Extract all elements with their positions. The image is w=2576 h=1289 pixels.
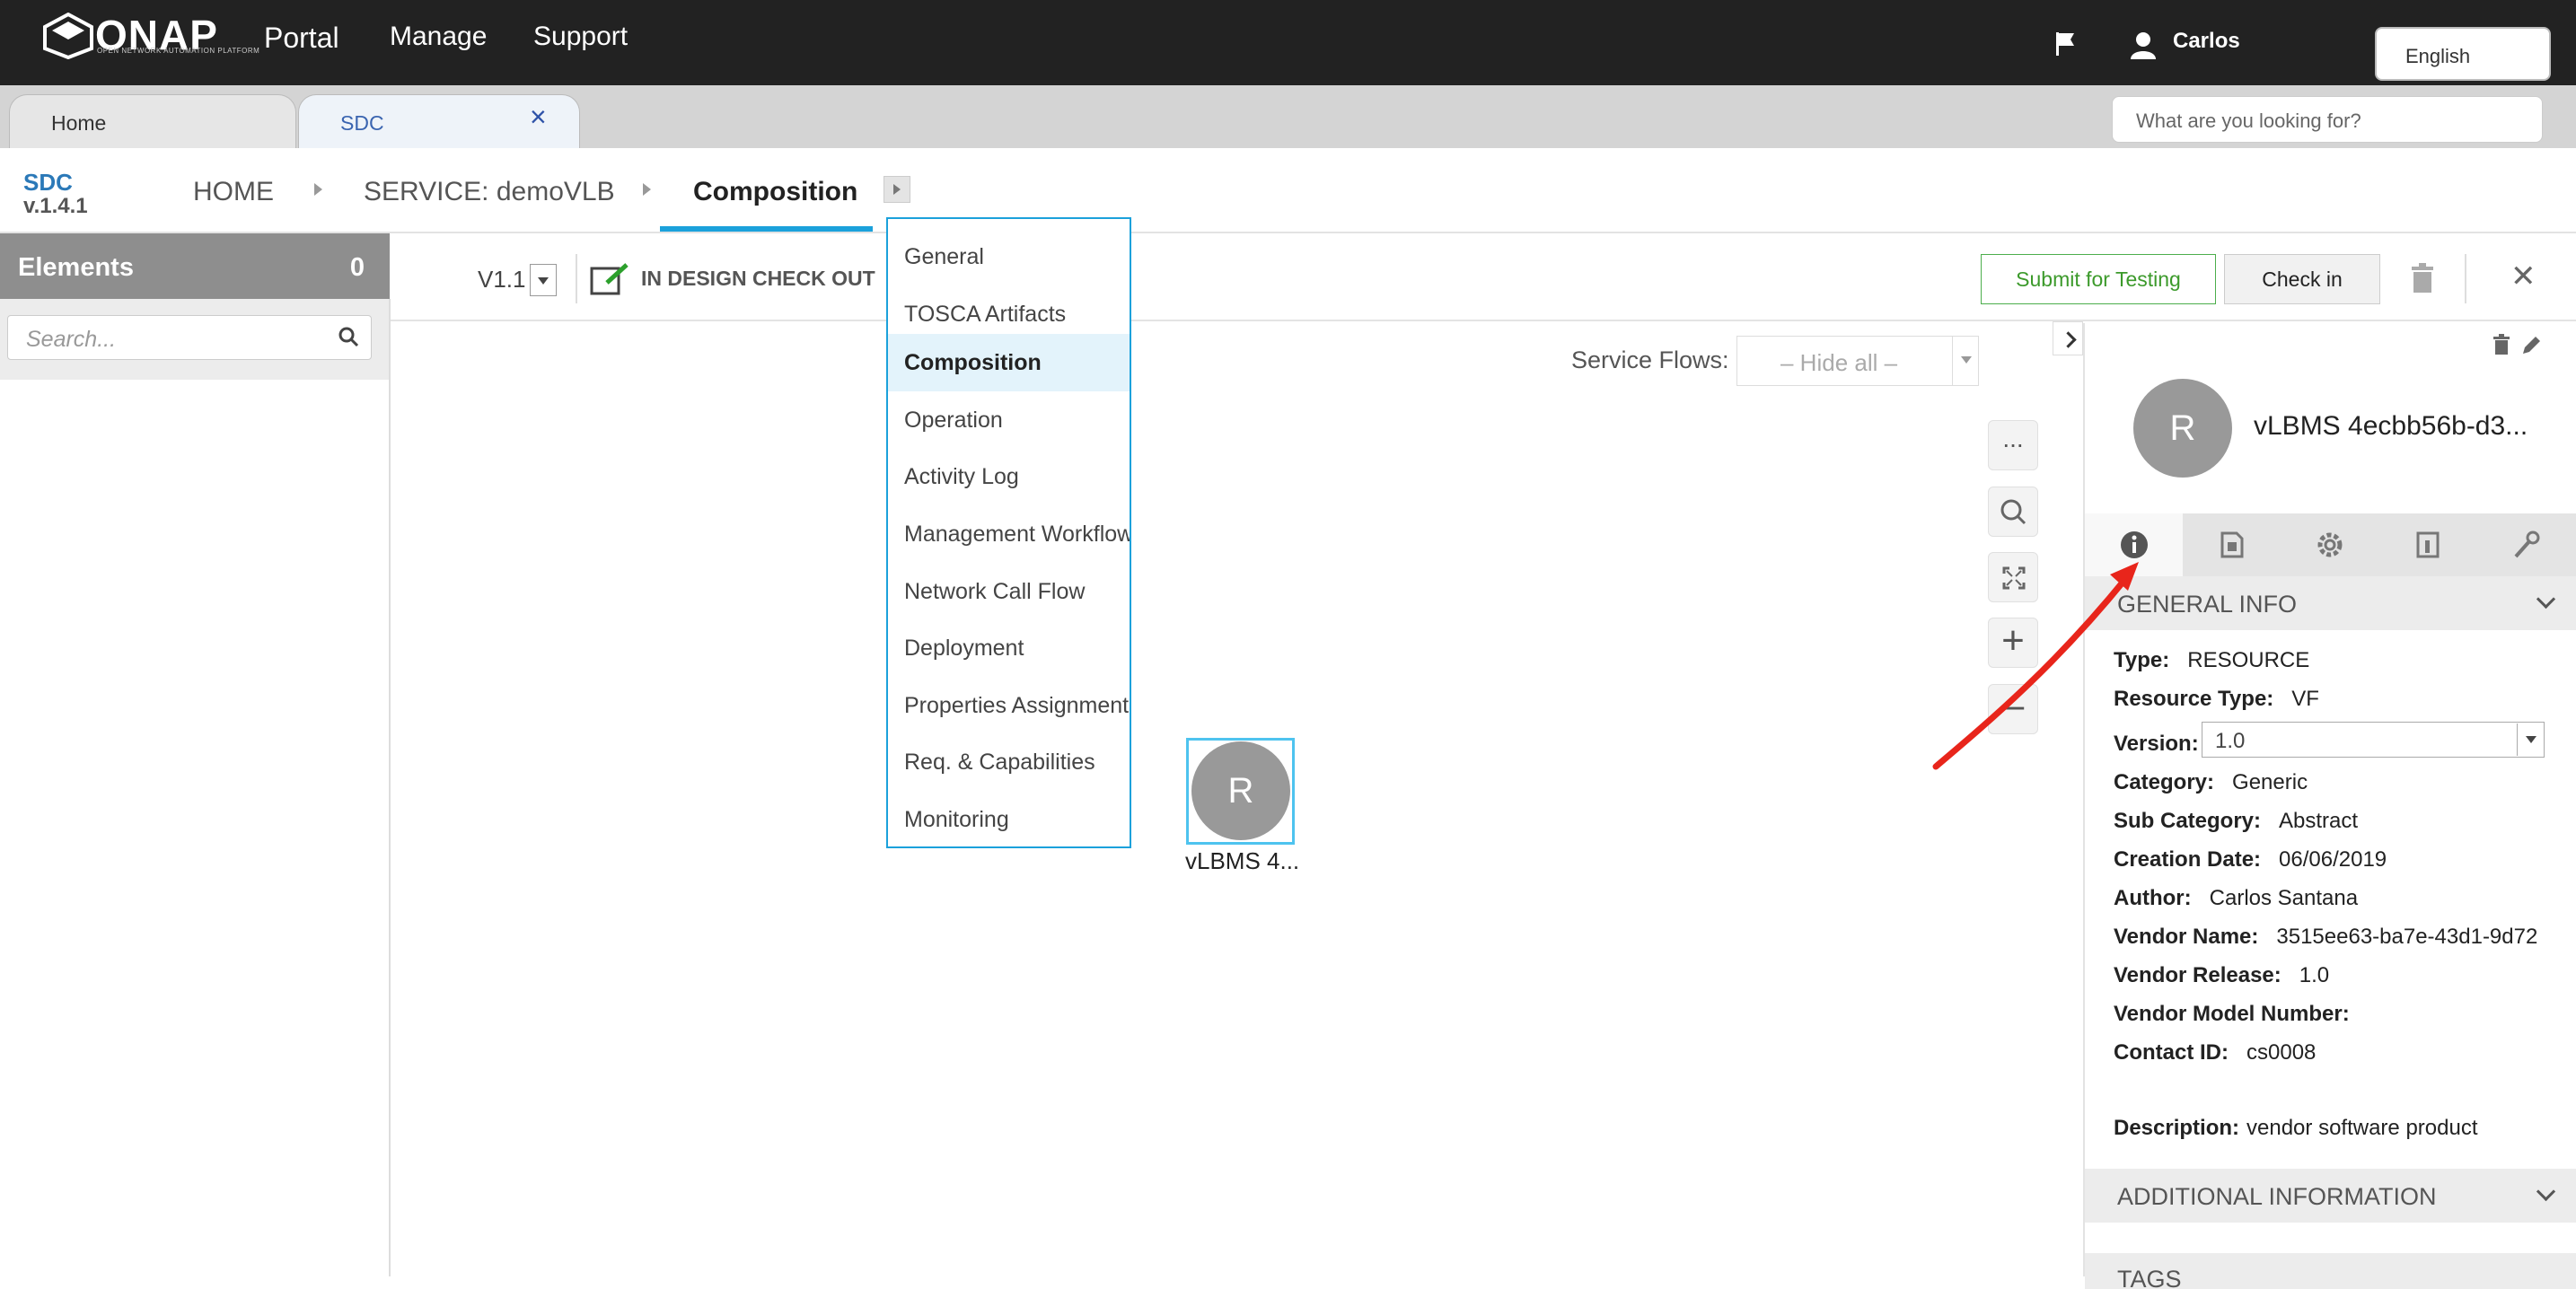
search-icon xyxy=(2000,499,2027,525)
component-avatar: R xyxy=(2133,379,2232,478)
chevron-right-icon xyxy=(2060,331,2077,348)
language-select[interactable]: English xyxy=(2375,27,2551,81)
field-contact-id: Contact ID: cs0008 xyxy=(2114,1040,2317,1065)
app-version: v.1.4.1 xyxy=(23,194,88,218)
field-vendor-name: Vendor Name: 3515ee63-ba7e-43d1-9d72 xyxy=(2114,925,2538,949)
wrench-icon xyxy=(2514,531,2540,558)
menu-item-deployment[interactable]: Deployment xyxy=(888,619,1130,677)
active-breadcrumb-underline xyxy=(660,226,873,232)
more-options-button[interactable]: ... xyxy=(1988,420,2038,470)
additional-info-section-header[interactable]: ADDITIONAL INFORMATION xyxy=(2085,1169,2576,1223)
menu-item-composition[interactable]: Composition xyxy=(888,334,1130,391)
tags-section-header[interactable]: TAGS xyxy=(2085,1253,2576,1289)
elements-count: 0 xyxy=(349,253,365,282)
check-in-button[interactable]: Check in xyxy=(2224,254,2380,304)
nav-support[interactable]: Support xyxy=(533,22,628,52)
menu-item-network-call-flow[interactable]: Network Call Flow xyxy=(888,563,1130,620)
submit-for-testing-button[interactable]: Submit for Testing xyxy=(1981,254,2216,304)
breadcrumb-home[interactable]: HOME xyxy=(193,177,274,207)
user-icon[interactable] xyxy=(2129,31,2158,59)
canvas-search-button[interactable] xyxy=(1988,487,2038,537)
service-flows-dropdown[interactable]: – Hide all – xyxy=(1736,336,1979,386)
field-sub-category: Sub Category: Abstract xyxy=(2114,809,2359,833)
composition-menu: General TOSCA Artifacts Composition Oper… xyxy=(886,217,1131,848)
vf-node[interactable]: R xyxy=(1191,741,1290,840)
panel-collapse-button[interactable] xyxy=(2053,321,2083,355)
chevron-down-icon[interactable] xyxy=(1952,336,1979,386)
nav-portal[interactable]: Portal xyxy=(264,22,339,55)
vf-node-label: vLBMS 4... xyxy=(1185,847,1300,874)
app-name: SDC xyxy=(23,169,73,196)
component-title: vLBMS 4ecbb56b-d3... xyxy=(2254,411,2528,441)
tab-properties[interactable] xyxy=(2281,513,2378,576)
breadcrumb-composition[interactable]: Composition xyxy=(693,177,857,207)
menu-item-management-workflow[interactable]: Management Workflow xyxy=(888,505,1130,563)
field-vendor-release: Vendor Release: 1.0 xyxy=(2114,963,2330,987)
trash-icon[interactable] xyxy=(2410,263,2435,294)
field-creation-date: Creation Date: 06/06/2019 xyxy=(2114,847,2387,872)
field-author: Author: Carlos Santana xyxy=(2114,886,2359,910)
menu-item-req-capabilities[interactable]: Req. & Capabilities xyxy=(888,733,1130,791)
annotation-arrow-icon xyxy=(1932,562,2139,770)
logo-tagline: OPEN NETWORK AUTOMATION PLATFORM xyxy=(97,47,260,55)
tab-close-icon[interactable]: × xyxy=(530,101,547,134)
close-icon[interactable]: ✕ xyxy=(2510,259,2536,294)
breadcrumb-separator-icon xyxy=(314,183,322,196)
flag-icon[interactable] xyxy=(2054,31,2076,57)
chevron-down-icon xyxy=(2536,1181,2556,1202)
portal-search-input[interactable]: What are you looking for? xyxy=(2112,96,2543,143)
chevron-down-icon xyxy=(2536,589,2556,609)
checkout-edit-icon xyxy=(590,263,629,295)
lifecycle-status: IN DESIGN CHECK OUT xyxy=(641,267,875,290)
deployment-artifact-icon xyxy=(2220,531,2244,558)
settings-icon xyxy=(2317,532,2343,557)
toolbar-divider xyxy=(2465,254,2466,303)
breadcrumb-service[interactable]: SERVICE: demoVLB xyxy=(364,177,615,207)
trash-icon[interactable] xyxy=(2492,334,2510,355)
field-vendor-model-number: Vendor Model Number: xyxy=(2114,1002,2350,1026)
menu-item-monitoring[interactable]: Monitoring xyxy=(888,791,1130,846)
username[interactable]: Carlos xyxy=(2173,29,2240,54)
chevron-down-icon[interactable] xyxy=(2517,723,2544,756)
tab-api-artifacts[interactable] xyxy=(2378,513,2476,576)
tab-requirements[interactable] xyxy=(2476,513,2574,576)
caret-right-icon xyxy=(893,184,901,195)
tags-title: TAGS xyxy=(2117,1266,2182,1289)
search-icon[interactable] xyxy=(338,326,359,347)
composition-menu-toggle[interactable] xyxy=(884,176,910,203)
field-description: Description: vendor software product xyxy=(2114,1116,2478,1140)
additional-info-title: ADDITIONAL INFORMATION xyxy=(2117,1183,2437,1210)
chevron-down-icon xyxy=(538,277,549,285)
elements-title: Elements xyxy=(18,253,134,282)
tab-home[interactable]: Home xyxy=(9,94,296,148)
api-artifact-icon xyxy=(2416,531,2440,558)
menu-item-operation[interactable]: Operation xyxy=(888,391,1130,449)
version-dropdown[interactable] xyxy=(530,264,557,296)
menu-item-properties-assignment[interactable]: Properties Assignment xyxy=(888,677,1130,734)
onap-logo-mark xyxy=(43,13,93,59)
service-flows-label: Service Flows: xyxy=(1571,346,1729,373)
onap-logo[interactable]: ONAP OPEN NETWORK AUTOMATION PLATFORM xyxy=(41,11,259,63)
menu-item-general[interactable]: General xyxy=(888,228,1130,285)
breadcrumb-separator-icon xyxy=(643,183,651,196)
toolbar-divider xyxy=(576,254,577,303)
elements-panel-header[interactable]: Elements 0 xyxy=(0,233,390,299)
elements-search-input[interactable]: Search... xyxy=(7,315,372,360)
version-label: V1.1 xyxy=(478,266,526,293)
nav-manage[interactable]: Manage xyxy=(390,22,487,52)
pencil-icon[interactable] xyxy=(2519,334,2543,357)
component-version-select[interactable]: 1.0 xyxy=(2202,722,2545,758)
menu-item-activity-log[interactable]: Activity Log xyxy=(888,448,1130,505)
